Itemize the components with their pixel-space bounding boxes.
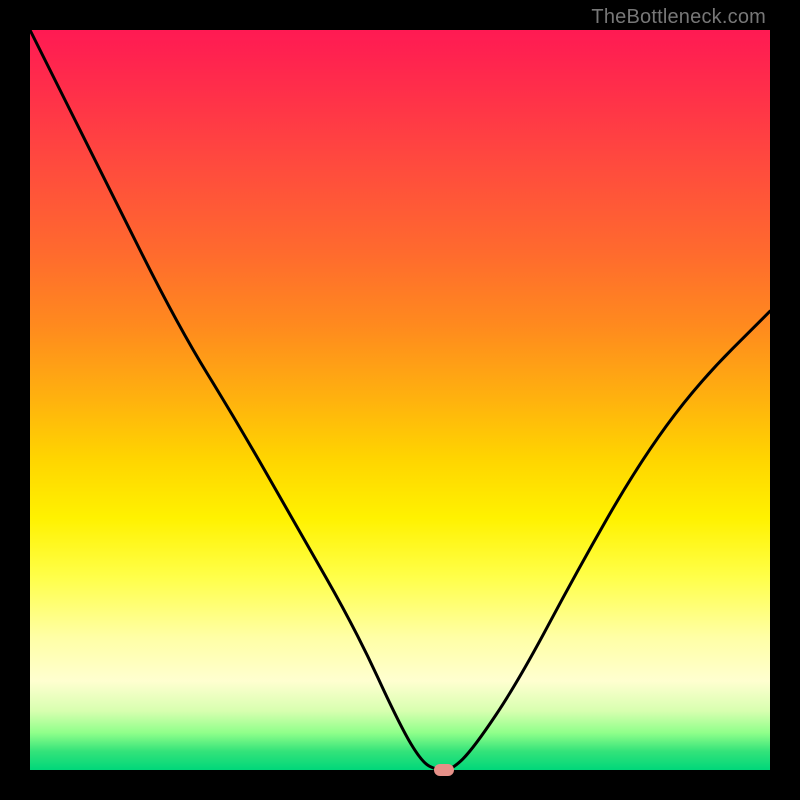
optimal-marker bbox=[434, 764, 454, 776]
watermark-text: TheBottleneck.com bbox=[591, 6, 766, 29]
chart-frame: TheBottleneck.com bbox=[0, 0, 800, 800]
bottleneck-curve bbox=[30, 30, 770, 770]
plot-area bbox=[30, 30, 770, 770]
curve-path bbox=[30, 30, 770, 770]
